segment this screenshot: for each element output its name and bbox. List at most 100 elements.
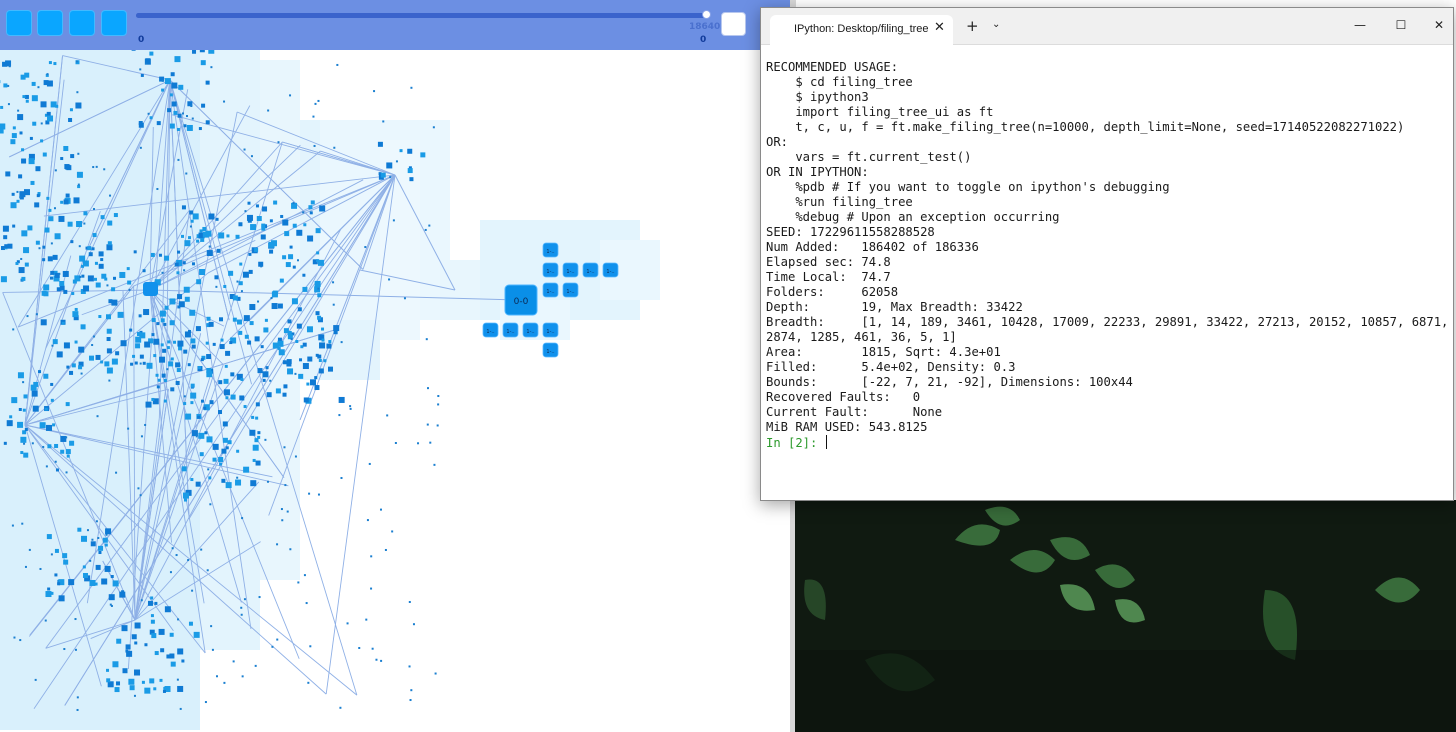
slider-current-label: 0 [700, 35, 707, 45]
file-dot [51, 344, 54, 347]
file-cell [87, 246, 92, 251]
file-cell [17, 372, 24, 379]
step-slider[interactable] [136, 10, 711, 19]
file-cell [239, 395, 245, 401]
file-cell [235, 234, 240, 239]
file-cell [31, 390, 38, 397]
file-cell [175, 380, 180, 385]
file-cell [43, 284, 50, 291]
toolbar-button-3[interactable] [69, 10, 95, 36]
file-dot [437, 395, 440, 398]
file-cell [287, 319, 292, 324]
file-dot [426, 423, 429, 426]
file-cell [134, 669, 141, 676]
chevron-down-icon[interactable]: ⌄ [992, 19, 1000, 30]
terminal-titlebar[interactable]: IPython: Desktop/filing_tree ✕ + ⌄ — ☐ ✕ [761, 8, 1453, 45]
file-cell [174, 262, 179, 267]
file-cell [316, 251, 320, 255]
file-dot [140, 435, 143, 438]
file-cell [162, 348, 167, 353]
file-cell [183, 124, 187, 128]
file-cell [242, 271, 249, 278]
slider-handle[interactable] [702, 10, 711, 19]
file-cell [190, 401, 194, 405]
tree-canvas[interactable]: 0-0 1-.. 1-.. 1-.. 1-.. 1-.. 1-.. 1-.. 1-.. 1-.. 1… [0, 0, 795, 732]
file-cell [284, 231, 290, 237]
file-dot [127, 427, 130, 430]
file-cell [151, 397, 155, 401]
terminal-tab[interactable]: IPython: Desktop/filing_tree ✕ [770, 15, 953, 45]
file-dot [264, 438, 267, 441]
toolbar-right-button[interactable] [721, 12, 746, 36]
file-cell [89, 355, 95, 361]
file-cell [182, 261, 186, 265]
file-cell [98, 251, 104, 257]
output-line: import filing_tree_ui as ft [766, 105, 994, 119]
file-cell [386, 162, 393, 169]
file-cell [55, 468, 59, 472]
file-cell [45, 591, 52, 598]
file-dot [368, 462, 371, 465]
file-cell [255, 204, 259, 208]
file-cell [308, 205, 313, 210]
file-cell [182, 492, 189, 499]
child-node-label: 1-.. [546, 249, 555, 255]
file-cell [54, 443, 59, 448]
file-cell [159, 310, 166, 317]
file-cell [181, 659, 185, 663]
file-dot [74, 618, 77, 621]
file-cell [191, 430, 198, 437]
file-cell [164, 255, 170, 261]
file-cell [309, 211, 313, 215]
hub-node [143, 282, 158, 296]
file-cell [65, 193, 70, 198]
file-cell [187, 363, 191, 367]
file-cell [47, 115, 54, 122]
new-tab-icon[interactable]: + [966, 17, 979, 35]
toolbar-button-2[interactable] [37, 10, 63, 36]
file-dot [106, 284, 109, 287]
file-cell [46, 534, 52, 540]
file-dot [7, 84, 10, 87]
file-cell [50, 270, 55, 275]
file-dot [93, 208, 96, 211]
child-node-label: 1-.. [566, 269, 575, 275]
tab-close-icon[interactable]: ✕ [934, 20, 945, 35]
file-dot [93, 335, 96, 338]
file-cell [59, 280, 65, 286]
file-cell [296, 323, 302, 329]
file-cell [247, 340, 252, 345]
file-cell [32, 405, 39, 412]
file-cell [100, 258, 104, 262]
file-dot [115, 471, 118, 474]
file-cell [226, 234, 230, 238]
file-dot [408, 665, 411, 668]
file-dot [74, 648, 77, 651]
file-cell [188, 621, 193, 626]
toolbar-button-4[interactable] [101, 10, 127, 36]
file-dot [128, 288, 131, 291]
file-cell [206, 436, 213, 443]
desktop-wallpaper [795, 500, 1456, 732]
file-cell [302, 273, 306, 277]
toolbar-button-1[interactable] [6, 10, 32, 36]
input-prompt[interactable]: In [2]: [766, 435, 1449, 451]
fern-leaves-image [795, 500, 1456, 732]
file-cell [197, 415, 201, 419]
file-cell [54, 548, 59, 553]
file-cell [156, 385, 160, 389]
output-line: %run filing_tree [766, 195, 913, 209]
file-cell [170, 661, 176, 667]
maximize-icon[interactable]: ☐ [1386, 15, 1416, 35]
file-cell [17, 114, 24, 121]
minimize-icon[interactable]: — [1345, 15, 1375, 35]
file-cell [221, 478, 226, 483]
terminal-output[interactable]: RECOMMENDED USAGE: $ cd filing_tree $ ip… [766, 60, 1449, 451]
file-dot [83, 222, 86, 225]
file-cell [63, 199, 69, 205]
file-dot [276, 543, 279, 546]
close-icon[interactable]: ✕ [1424, 15, 1453, 35]
file-dot [75, 60, 78, 63]
file-cell [296, 229, 303, 236]
file-cell [175, 362, 181, 368]
